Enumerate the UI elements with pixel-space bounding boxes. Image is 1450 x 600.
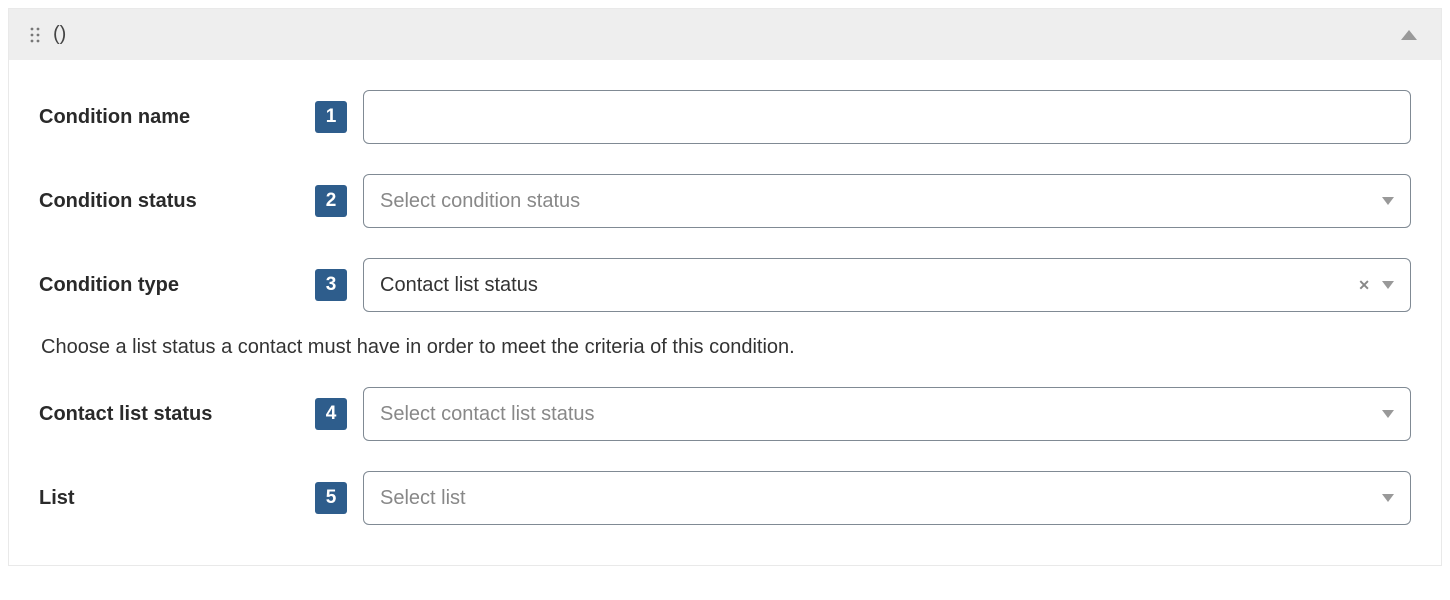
label-list: List xyxy=(39,487,299,510)
contact-list-status-placeholder: Select contact list status xyxy=(380,403,1382,426)
step-badge-1: 1 xyxy=(315,101,347,133)
condition-status-placeholder: Select condition status xyxy=(380,190,1382,213)
clear-icon[interactable]: ✕ xyxy=(1356,275,1372,296)
step-badge-2: 2 xyxy=(315,185,347,217)
panel-title: () xyxy=(53,23,66,46)
label-condition-name: Condition name xyxy=(39,106,299,129)
row-list: List 5 Select list xyxy=(39,471,1411,525)
step-badge-3: 3 xyxy=(315,269,347,301)
list-select[interactable]: Select list xyxy=(363,471,1411,525)
row-contact-list-status: Contact list status 4 Select contact lis… xyxy=(39,387,1411,441)
row-condition-name: Condition name 1 xyxy=(39,90,1411,144)
list-placeholder: Select list xyxy=(380,487,1382,510)
label-contact-list-status: Contact list status xyxy=(39,403,299,426)
condition-name-input[interactable] xyxy=(363,90,1411,144)
chevron-down-icon xyxy=(1382,281,1394,289)
label-condition-status: Condition status xyxy=(39,190,299,213)
step-badge-5: 5 xyxy=(315,482,347,514)
row-condition-status: Condition status 2 Select condition stat… xyxy=(39,174,1411,228)
chevron-down-icon xyxy=(1382,197,1394,205)
contact-list-status-select[interactable]: Select contact list status xyxy=(363,387,1411,441)
label-condition-type: Condition type xyxy=(39,274,299,297)
helper-text: Choose a list status a contact must have… xyxy=(41,336,1411,359)
step-badge-4: 4 xyxy=(315,398,347,430)
chevron-up-icon xyxy=(1401,30,1417,40)
panel-body: Condition name 1 Condition status 2 Sele… xyxy=(9,60,1441,565)
chevron-down-icon xyxy=(1382,494,1394,502)
panel-header-left: () xyxy=(29,23,66,46)
chevron-down-icon xyxy=(1382,410,1394,418)
condition-panel: () Condition name 1 Condition status 2 S… xyxy=(8,8,1442,566)
panel-header: () xyxy=(9,9,1441,60)
row-condition-type: Condition type 3 Contact list status ✕ xyxy=(39,258,1411,312)
drag-handle-icon[interactable] xyxy=(29,26,41,44)
condition-type-select[interactable]: Contact list status ✕ xyxy=(363,258,1411,312)
collapse-toggle[interactable] xyxy=(1397,26,1421,44)
condition-status-select[interactable]: Select condition status xyxy=(363,174,1411,228)
condition-type-value: Contact list status xyxy=(380,274,1356,297)
